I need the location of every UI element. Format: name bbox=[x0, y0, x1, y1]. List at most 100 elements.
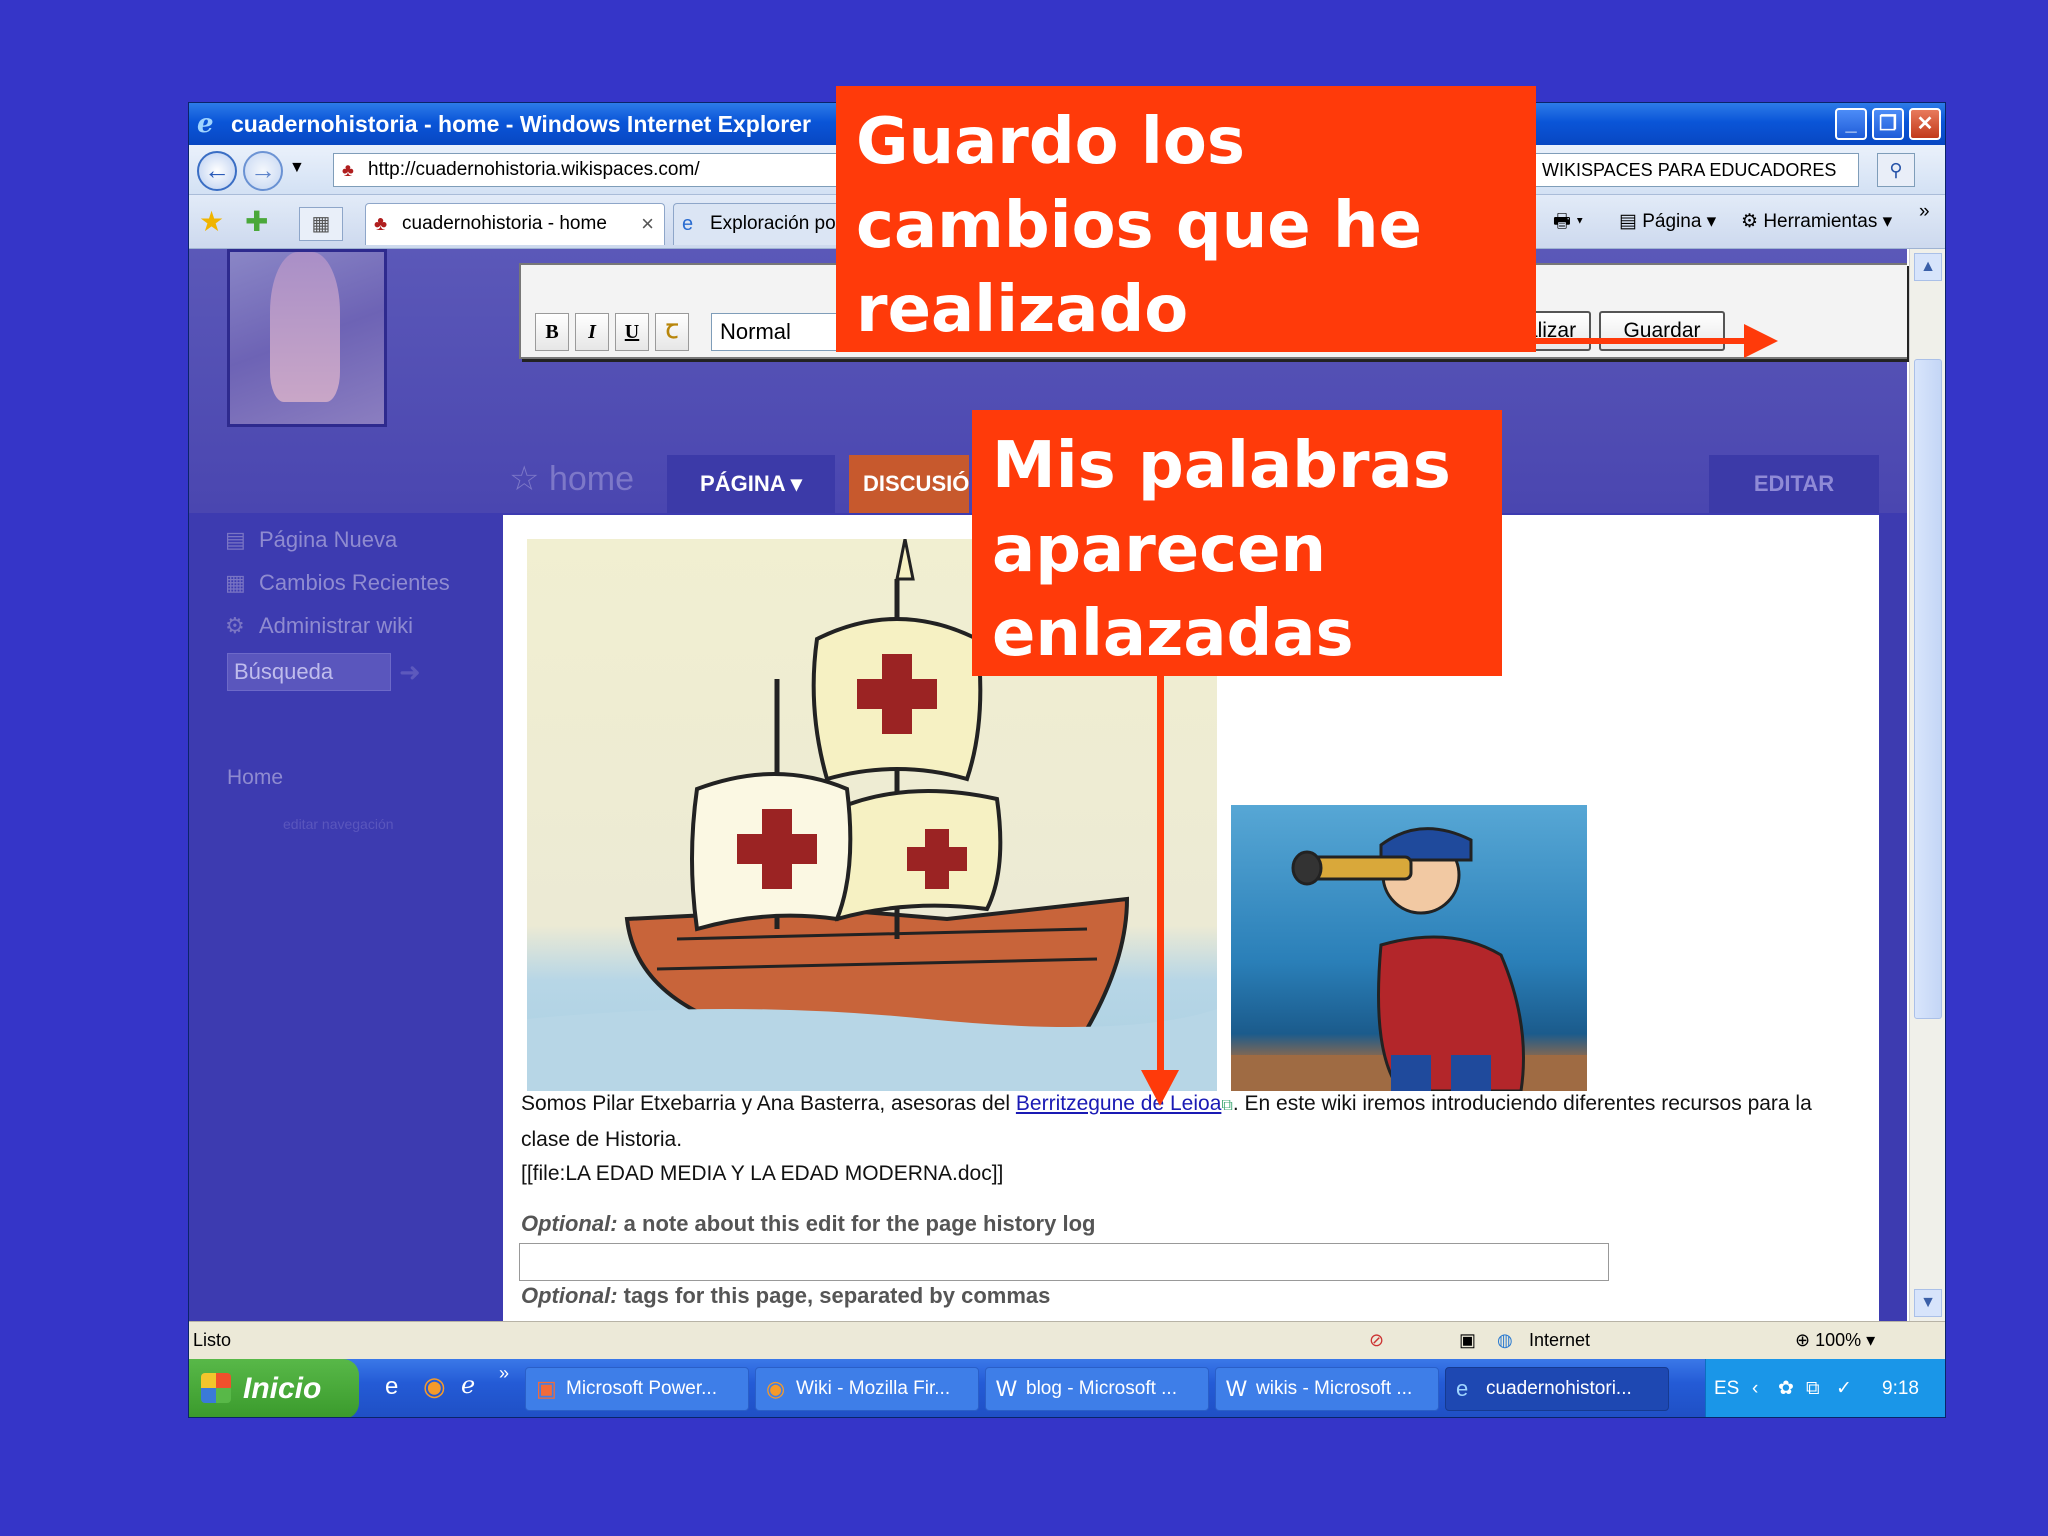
scroll-thumb[interactable] bbox=[1914, 359, 1942, 1019]
task-label: cuadernohistori... bbox=[1486, 1378, 1632, 1399]
new-page-icon: ▤ bbox=[225, 527, 246, 552]
berritzegune-link[interactable]: Berritzegune de Leioa bbox=[1016, 1092, 1221, 1115]
sidebar-item-pagina-nueva[interactable]: ▤ Página Nueva bbox=[225, 525, 397, 555]
edit-note-input[interactable] bbox=[519, 1243, 1609, 1281]
site-favicon: ♣ bbox=[342, 160, 354, 180]
taskbar: Inicio e ◉ ℯ » ▣ Microsoft Power... ◉ Wiki… bbox=[189, 1359, 1945, 1417]
page-menu[interactable]: ▤ Página ▾ bbox=[1619, 207, 1716, 237]
links-arrow-line bbox=[1157, 676, 1164, 1072]
tools-menu[interactable]: ⚙ Herramientas ▾ bbox=[1741, 207, 1892, 237]
tags-label: Optional: tags for this page, separated … bbox=[521, 1283, 1050, 1309]
optional-prefix: Optional: bbox=[521, 1211, 618, 1236]
system-tray: ES ‹ ✿ ⧉ ✓ 9:18 bbox=[1705, 1359, 1945, 1417]
tab-label: cuadernohistoria - home bbox=[402, 213, 607, 234]
globe-icon: ◍ bbox=[1497, 1330, 1513, 1350]
forward-icon[interactable]: → bbox=[243, 151, 283, 191]
text-color-icon[interactable]: Ꞇ bbox=[655, 313, 689, 351]
links-callout: Mis palabras aparecen enlazadas bbox=[972, 410, 1502, 676]
task-label: Wiki - Mozilla Fir... bbox=[796, 1378, 951, 1399]
sidebar-item-label: Administrar wiki bbox=[259, 613, 414, 638]
task-word-wikis[interactable]: Wwikis - Microsoft ... bbox=[1215, 1367, 1439, 1411]
scroll-down-icon[interactable]: ▼ bbox=[1914, 1289, 1942, 1317]
tab-pagina-label: PÁGINA bbox=[700, 471, 785, 496]
start-label: Inicio bbox=[243, 1372, 322, 1405]
task-powerpoint[interactable]: ▣ Microsoft Power... bbox=[525, 1367, 749, 1411]
zoom-value: 100% bbox=[1815, 1330, 1862, 1350]
italic-button[interactable]: I bbox=[575, 313, 609, 351]
minimize-button[interactable]: _ bbox=[1835, 108, 1867, 140]
save-button[interactable]: Guardar bbox=[1599, 311, 1725, 351]
search-go-icon[interactable]: ➜ bbox=[399, 657, 421, 688]
close-tab-icon[interactable]: × bbox=[641, 204, 654, 244]
word-icon: W bbox=[1226, 1376, 1247, 1401]
task-label: wikis - Microsoft ... bbox=[1256, 1378, 1413, 1399]
search-icon[interactable]: ⚲ bbox=[1877, 153, 1915, 187]
quicklaunch-firefox-icon[interactable]: ◉ bbox=[423, 1371, 446, 1402]
history-dropdown-icon[interactable]: ▼ bbox=[289, 159, 305, 177]
clock: 9:18 bbox=[1882, 1378, 1919, 1399]
sailor-image bbox=[1231, 805, 1587, 1093]
file-embed-text: [[file:LA EDAD MEDIA Y LA EDAD MODERNA.d… bbox=[521, 1162, 1004, 1185]
sidebar-item-label: Página Nueva bbox=[259, 527, 398, 552]
task-firefox[interactable]: ◉ Wiki - Mozilla Fir... bbox=[755, 1367, 979, 1411]
task-word-blog[interactable]: Wblog - Microsoft ... bbox=[985, 1367, 1209, 1411]
search-input[interactable]: WIKISPACES PARA EDUCADORES bbox=[1535, 153, 1859, 187]
zoom-icon: ⊕ bbox=[1795, 1330, 1811, 1350]
vertical-scrollbar[interactable]: ▲ ▼ bbox=[1909, 249, 1945, 1321]
ie-icon: e bbox=[682, 213, 694, 235]
quicklaunch-ie-icon[interactable]: e bbox=[385, 1373, 398, 1401]
tab-exploracion[interactable]: e Exploración por bbox=[673, 203, 843, 245]
sidebar-item-cambios[interactable]: ▦ Cambios Recientes bbox=[225, 568, 450, 598]
underline-button[interactable]: U bbox=[615, 313, 649, 351]
quicklaunch-more-icon[interactable]: » bbox=[499, 1363, 509, 1384]
popup-blocker-icon[interactable]: ⊘ bbox=[1369, 1322, 1384, 1358]
quicklaunch-ie2-icon[interactable]: ℯ bbox=[461, 1371, 475, 1400]
note-label-text: a note about this edit for the page hist… bbox=[617, 1211, 1096, 1236]
security-icon[interactable]: ✓ bbox=[1836, 1359, 1852, 1417]
start-button[interactable]: Inicio bbox=[189, 1359, 359, 1417]
task-label: blog - Microsoft ... bbox=[1026, 1378, 1177, 1399]
note-label: Optional: a note about this edit for the… bbox=[521, 1211, 1095, 1237]
intro-text: Somos Pilar Etxebarria y Ana Basterra, a… bbox=[521, 1092, 1016, 1115]
links-arrow-head bbox=[1141, 1070, 1179, 1106]
home-label: home bbox=[548, 460, 634, 498]
close-button[interactable]: ✕ bbox=[1909, 108, 1941, 140]
status-bar: Listo ⊘ ▣ ◍ Internet ⊕ 100% ▾ bbox=[189, 1321, 1945, 1359]
task-label: Microsoft Power... bbox=[566, 1378, 717, 1399]
window-title: cuadernohistoria - home - Windows Intern… bbox=[231, 110, 811, 137]
tools-menu-label: Herramientas bbox=[1763, 211, 1878, 232]
home-link[interactable]: ☆ home bbox=[509, 459, 634, 499]
site-favicon: ♣ bbox=[374, 213, 388, 235]
external-link-icon: ⧉ bbox=[1221, 1097, 1233, 1114]
body-text: Somos Pilar Etxebarria y Ana Basterra, a… bbox=[521, 1087, 1861, 1191]
quick-tabs-icon[interactable]: ▦ bbox=[299, 207, 343, 241]
tab-discusion[interactable]: DISCUSIÓN bbox=[849, 455, 969, 513]
tab-pagina[interactable]: PÁGINA ▾ bbox=[667, 455, 835, 513]
sidebar-home-link[interactable]: Home bbox=[227, 763, 283, 793]
network-icon[interactable]: ⧉ bbox=[1806, 1359, 1820, 1417]
protected-mode-icon: ▣ bbox=[1459, 1330, 1477, 1350]
page-menu-label: Página bbox=[1642, 211, 1702, 232]
language-indicator[interactable]: ES bbox=[1714, 1359, 1739, 1417]
sidebar-item-administrar[interactable]: ⚙ Administrar wiki bbox=[225, 611, 413, 641]
back-icon[interactable]: ← bbox=[197, 151, 237, 191]
add-favorites-icon[interactable]: ✚ bbox=[245, 205, 268, 238]
tray-expand-icon[interactable]: ‹ bbox=[1752, 1359, 1758, 1417]
print-icon[interactable]: 🖶 ▾ bbox=[1553, 207, 1583, 237]
tab-editar[interactable]: EDITAR bbox=[1709, 455, 1879, 513]
sidebar: ▤ Página Nueva ▦ Cambios Recientes ⚙ Admini… bbox=[189, 513, 499, 1321]
more-chevron-icon[interactable]: » bbox=[1919, 197, 1930, 227]
tab-home[interactable]: ♣ cuadernohistoria - home × bbox=[365, 203, 665, 245]
favorites-star-icon[interactable]: ★ bbox=[199, 205, 224, 238]
task-ie-cuaderno[interactable]: e cuadernohistori... bbox=[1445, 1367, 1669, 1411]
edit-navigation-link[interactable]: editar navegación bbox=[283, 809, 394, 839]
restore-button[interactable]: ❐ bbox=[1872, 108, 1904, 140]
zone-text: Internet bbox=[1529, 1330, 1591, 1350]
bold-button[interactable]: B bbox=[535, 313, 569, 351]
sidebar-search-input[interactable]: Búsqueda bbox=[227, 653, 391, 691]
tags-label-text: tags for this page, separated by commas bbox=[617, 1283, 1051, 1308]
tray-app-icon[interactable]: ✿ bbox=[1778, 1359, 1794, 1417]
zoom-control[interactable]: ⊕ 100% ▾ bbox=[1795, 1322, 1875, 1358]
save-callout: Guardo los cambios que he realizado bbox=[836, 86, 1536, 352]
scroll-up-icon[interactable]: ▲ bbox=[1914, 253, 1942, 281]
